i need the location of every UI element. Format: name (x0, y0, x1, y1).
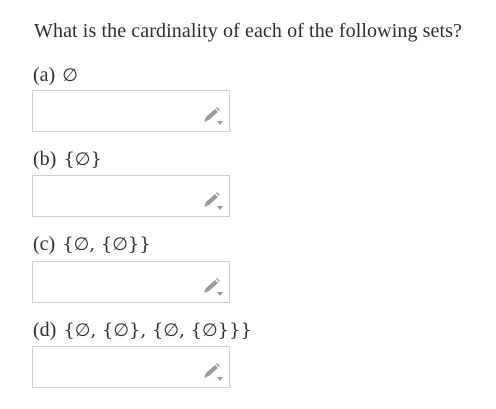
part-b-set: {∅} (63, 149, 102, 170)
part-a-letter: (a) (33, 64, 56, 86)
part-c-set: {∅, {∅}} (62, 234, 151, 255)
question-text: What is the cardinality of each of the f… (34, 20, 463, 42)
answer-box-a[interactable] (32, 90, 230, 132)
pencil-icon[interactable] (199, 106, 225, 126)
pencil-icon[interactable] (199, 362, 225, 382)
part-c-label: (c) {∅, {∅}} (33, 231, 151, 258)
part-a-set: ∅ (62, 65, 78, 86)
part-d-set: {∅, {∅}, {∅, {∅}}} (63, 320, 252, 341)
part-c-letter: (c) (33, 233, 56, 255)
part-d-label: (d) {∅, {∅}, {∅, {∅}}} (33, 317, 252, 344)
pencil-icon[interactable] (199, 191, 225, 211)
answer-box-d[interactable] (32, 346, 230, 388)
answer-box-c[interactable] (32, 261, 230, 303)
part-b-letter: (b) (33, 148, 57, 170)
pencil-icon[interactable] (199, 277, 225, 297)
answer-box-b[interactable] (32, 175, 230, 217)
part-a-label: (a) ∅ (33, 62, 78, 89)
part-d-letter: (d) (33, 319, 57, 341)
part-b-label: (b) {∅} (33, 146, 102, 173)
